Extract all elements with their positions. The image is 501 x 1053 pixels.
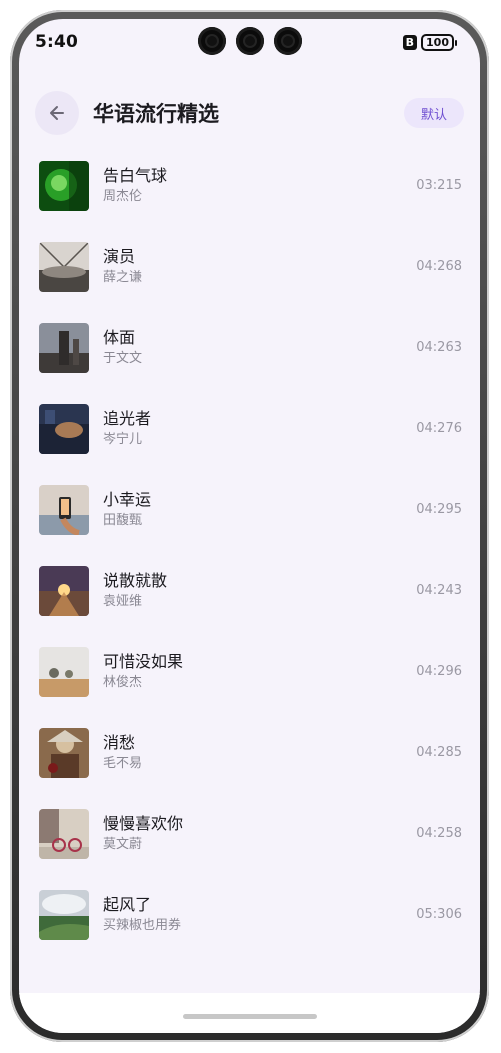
- song-duration: 04:276: [416, 421, 462, 436]
- song-title: 消愁: [103, 733, 136, 752]
- default-sort-button[interactable]: 默认: [404, 98, 464, 128]
- page-title: 华语流行精选: [93, 102, 219, 126]
- home-indicator[interactable]: [182, 1014, 317, 1019]
- song-row[interactable]: 可惜没如果 林俊杰 04:296: [19, 631, 480, 712]
- song-title: 起风了: [103, 895, 152, 914]
- song-artist: 林俊杰: [103, 675, 143, 690]
- song-duration: 03:215: [416, 178, 462, 193]
- album-cover: [39, 889, 89, 940]
- camera-icon: [273, 27, 302, 55]
- song-list: 告白气球 周杰伦 03:215 演员 薛之谦 04:268 体面 于文文 04:…: [19, 145, 480, 955]
- back-button[interactable]: [35, 91, 79, 135]
- song-duration: 04:258: [416, 826, 462, 841]
- song-title: 小幸运: [103, 490, 152, 509]
- album-cover: [39, 241, 89, 292]
- song-artist: 周杰伦: [103, 189, 143, 204]
- status-icons: B 100: [402, 33, 457, 51]
- song-artist: 袁娅维: [103, 594, 143, 609]
- album-cover: [39, 322, 89, 373]
- header: 华语流行精选 默认: [19, 88, 480, 138]
- song-artist: 于文文: [103, 351, 143, 366]
- song-row[interactable]: 追光者 岑宁儿 04:276: [19, 388, 480, 469]
- album-cover: [39, 727, 89, 778]
- song-title: 说散就散: [103, 571, 168, 590]
- song-artist: 买辣椒也用券: [103, 918, 182, 933]
- song-title: 可惜没如果: [103, 652, 184, 671]
- battery-icon: 100: [421, 33, 457, 51]
- album-cover: [39, 160, 89, 211]
- song-title: 告白气球: [103, 166, 168, 185]
- album-cover: [39, 808, 89, 859]
- album-cover: [39, 484, 89, 535]
- status-bar: 5:40 B 100: [19, 19, 480, 65]
- song-artist: 岑宁儿: [103, 432, 143, 447]
- song-artist: 莫文蔚: [103, 837, 143, 852]
- song-row[interactable]: 慢慢喜欢你 莫文蔚 04:258: [19, 793, 480, 874]
- song-duration: 04:296: [416, 664, 462, 679]
- album-cover: [39, 403, 89, 454]
- album-cover: [39, 565, 89, 616]
- album-cover: [39, 646, 89, 697]
- song-artist: 田馥甄: [103, 513, 143, 528]
- song-artist: 毛不易: [103, 756, 143, 771]
- song-row[interactable]: 体面 于文文 04:263: [19, 307, 480, 388]
- song-artist: 薛之谦: [103, 270, 143, 285]
- song-duration: 04:295: [416, 502, 462, 517]
- arrow-left-icon: [50, 106, 64, 120]
- camera-icon: [235, 27, 264, 55]
- song-row[interactable]: 演员 薛之谦 04:268: [19, 226, 480, 307]
- song-row[interactable]: 消愁 毛不易 04:285: [19, 712, 480, 793]
- status-time: 5:40: [35, 32, 79, 52]
- song-duration: 04:285: [416, 745, 462, 760]
- song-row[interactable]: 起风了 买辣椒也用券 05:306: [19, 874, 480, 955]
- song-title: 体面: [103, 328, 136, 347]
- camera-cutout: [197, 27, 302, 55]
- phone-frame: 5:40 B 100 华语流行精选 默认 告白气球 周杰伦 03:215 演员 …: [10, 10, 489, 1042]
- song-title: 慢慢喜欢你: [103, 814, 184, 833]
- song-title: 演员: [103, 247, 136, 266]
- song-duration: 04:268: [416, 259, 462, 274]
- song-row[interactable]: 告白气球 周杰伦 03:215: [19, 145, 480, 226]
- song-row[interactable]: 小幸运 田馥甄 04:295: [19, 469, 480, 550]
- camera-icon: [197, 27, 226, 55]
- song-duration: 04:243: [416, 583, 462, 598]
- screen: 5:40 B 100 华语流行精选 默认 告白气球 周杰伦 03:215 演员 …: [19, 19, 480, 1033]
- song-duration: 04:263: [416, 340, 462, 355]
- song-duration: 05:306: [416, 907, 462, 922]
- song-row[interactable]: 说散就散 袁娅维 04:243: [19, 550, 480, 631]
- song-title: 追光者: [103, 409, 152, 428]
- bottom-bar: [19, 993, 480, 1033]
- sim-icon: B: [402, 34, 418, 50]
